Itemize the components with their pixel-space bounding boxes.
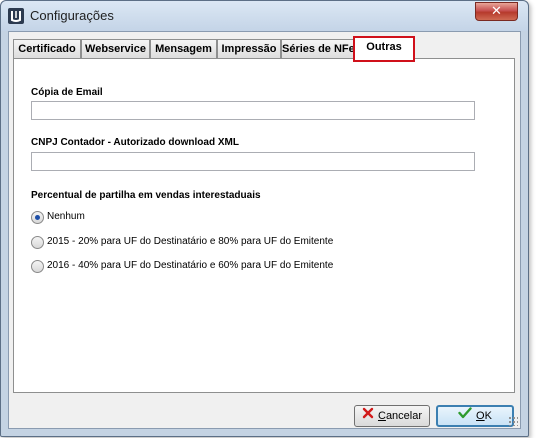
copia-email-input[interactable] <box>31 101 475 120</box>
radio-label: Nenhum <box>47 211 85 222</box>
dialog-client-area: Certificado Webservice Mensagem Impressã… <box>8 31 521 429</box>
cancel-button[interactable]: Cancelar <box>354 405 430 427</box>
ok-button[interactable]: OK <box>436 405 514 427</box>
cancel-mnemonic: C <box>377 410 386 422</box>
resize-grip[interactable] <box>508 416 518 426</box>
tab-certificado[interactable]: Certificado <box>13 39 81 59</box>
tab-webservice[interactable]: Webservice <box>81 39 150 59</box>
title-bar[interactable]: Configurações ✕ <box>1 1 528 31</box>
radio-button-selected[interactable] <box>31 211 44 224</box>
window-title: Configurações <box>30 8 114 23</box>
red-x-icon <box>362 406 374 426</box>
configuracoes-window: Configurações ✕ Certificado Webservice M… <box>0 0 529 437</box>
green-check-icon <box>458 407 472 425</box>
radio-label: 2015 - 20% para UF do Destinatário e 80%… <box>47 236 334 247</box>
tab-series-de-nfe[interactable]: Séries de NFe <box>281 39 354 59</box>
copia-email-label: Cópia de Email <box>31 87 103 98</box>
cancel-label: ancelar <box>385 410 423 422</box>
tab-panel-outras: Cópia de Email CNPJ Contador - Autorizad… <box>13 58 515 393</box>
tab-impressao[interactable]: Impressão <box>217 39 281 59</box>
radio-label: 2016 - 40% para UF do Destinatário e 60%… <box>47 260 334 271</box>
cnpj-contador-label: CNPJ Contador - Autorizado download XML <box>31 137 239 148</box>
radio-button[interactable] <box>31 260 44 273</box>
app-icon <box>8 8 24 24</box>
close-icon: ✕ <box>491 3 502 18</box>
ok-label: K <box>484 410 492 422</box>
close-button[interactable]: ✕ <box>475 2 518 21</box>
tab-mensagem[interactable]: Mensagem <box>150 39 217 59</box>
radio-button[interactable] <box>31 236 44 249</box>
cnpj-contador-input[interactable] <box>31 152 475 171</box>
tab-outras[interactable]: Outras <box>353 36 415 62</box>
ok-mnemonic: O <box>476 410 485 422</box>
partilha-label: Percentual de partilha em vendas interes… <box>31 190 261 201</box>
